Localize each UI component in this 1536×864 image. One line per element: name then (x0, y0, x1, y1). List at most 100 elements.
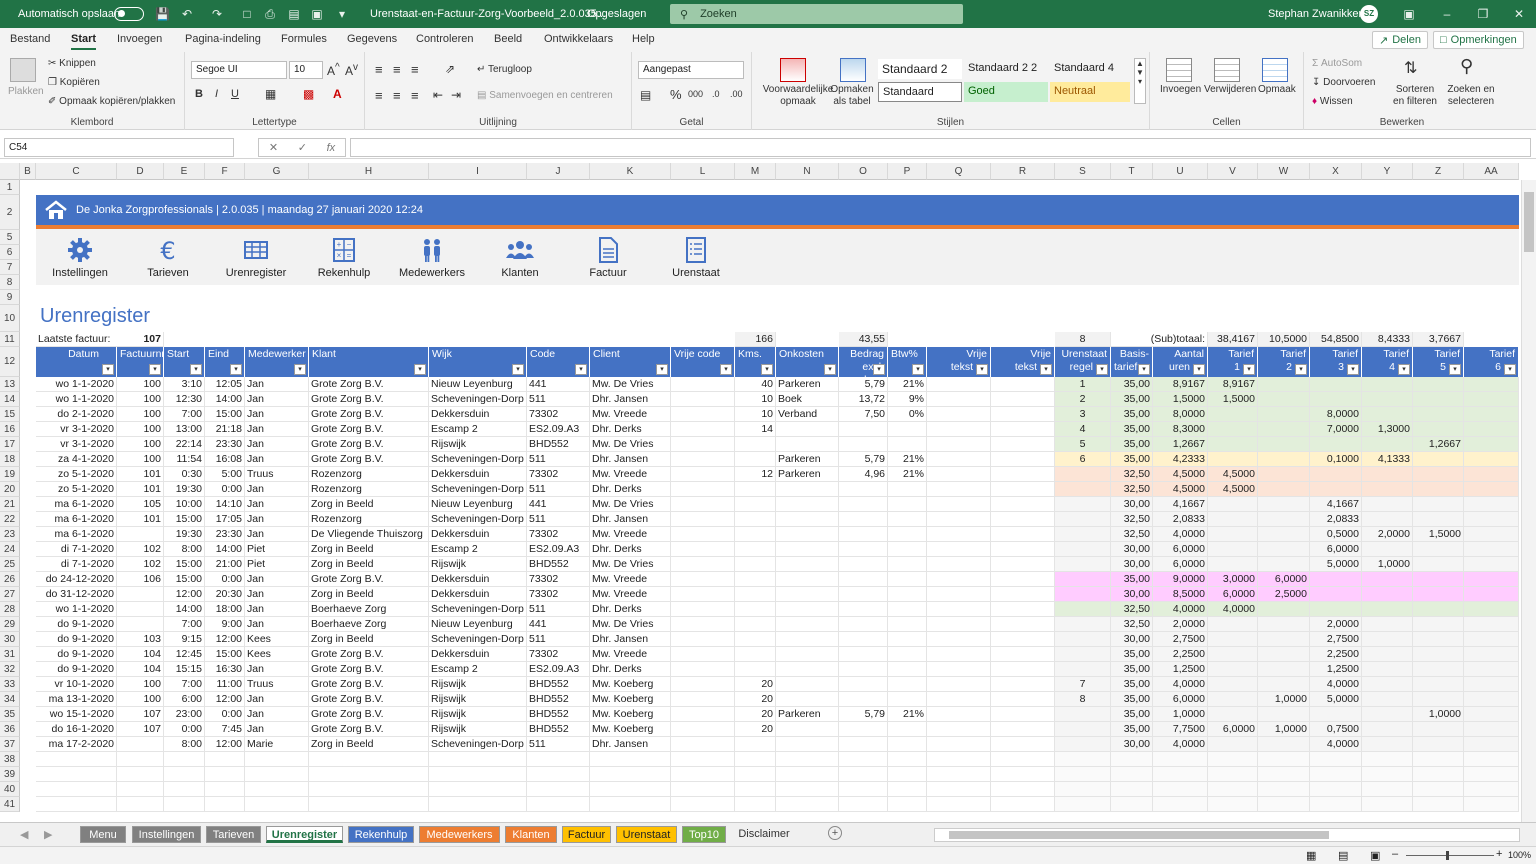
table-cell[interactable]: 15:00 (164, 572, 205, 587)
column-header-cell[interactable]: Urenstaat regel ▾ (1055, 347, 1111, 377)
table-cell[interactable]: do 9-1-2020 (36, 632, 117, 647)
table-cell[interactable] (1413, 632, 1464, 647)
table-cell[interactable]: 107 (117, 707, 164, 722)
filter-dropdown-icon[interactable]: ▾ (1193, 364, 1205, 375)
table-cell[interactable]: Jan (245, 452, 309, 467)
row-header[interactable]: 35 (0, 707, 20, 722)
table-cell[interactable] (1055, 572, 1111, 587)
style-standaard-2[interactable]: Standaard 2 (878, 59, 962, 79)
table-cell[interactable]: 14:00 (205, 542, 245, 557)
table-cell[interactable] (735, 452, 776, 467)
table-cell[interactable]: Jan (245, 572, 309, 587)
table-cell[interactable] (991, 452, 1055, 467)
format-as-table-icon[interactable] (840, 58, 866, 82)
column-header-cell[interactable]: Tarief 3 ▾ (1310, 347, 1362, 377)
table-cell[interactable]: Mw. Koeberg (590, 677, 671, 692)
table-cell[interactable] (839, 617, 888, 632)
table-cell[interactable] (671, 602, 735, 617)
empty-cell[interactable] (1464, 752, 1519, 767)
conditional-format-button[interactable]: Voorwaardelijke opmaak (758, 84, 838, 108)
table-cell[interactable]: 7 (1055, 677, 1111, 692)
empty-cell[interactable] (888, 752, 927, 767)
table-cell[interactable]: Jan (245, 617, 309, 632)
table-cell[interactable]: 32,50 (1111, 527, 1153, 542)
table-cell[interactable]: Parkeren (776, 467, 839, 482)
table-cell[interactable]: 30,00 (1111, 542, 1153, 557)
restore-icon[interactable]: ❐ (1476, 7, 1490, 21)
table-cell[interactable] (671, 572, 735, 587)
table-cell[interactable]: Mw. De Vries (590, 557, 671, 572)
autosave-toggle[interactable] (114, 7, 144, 21)
table-cell[interactable] (1055, 617, 1111, 632)
table-cell[interactable] (1055, 662, 1111, 677)
filter-dropdown-icon[interactable]: ▾ (761, 364, 773, 375)
filter-dropdown-icon[interactable]: ▾ (873, 364, 885, 375)
insert-function-icon[interactable]: fx (327, 142, 336, 154)
table-cell[interactable]: Dekkersduin (429, 572, 527, 587)
table-cell[interactable]: Nieuw Leyenburg (429, 377, 527, 392)
table-cell[interactable]: 5:00 (205, 467, 245, 482)
filter-dropdown-icon[interactable]: ▾ (1138, 364, 1150, 375)
table-cell[interactable] (1258, 497, 1310, 512)
nav-factuur[interactable]: Factuur (568, 237, 648, 279)
table-cell[interactable] (671, 482, 735, 497)
table-cell[interactable]: BHD552 (527, 692, 590, 707)
empty-cell[interactable] (205, 782, 245, 797)
table-cell[interactable]: ma 6-1-2020 (36, 497, 117, 512)
table-cell[interactable]: 15:00 (205, 647, 245, 662)
table-cell[interactable] (888, 677, 927, 692)
table-cell[interactable]: Dhr. Jansen (590, 452, 671, 467)
row-header[interactable]: 10 (0, 305, 20, 332)
table-cell[interactable] (839, 737, 888, 752)
empty-cell[interactable] (927, 767, 991, 782)
table-cell[interactable]: 1,2500 (1310, 662, 1362, 677)
table-cell[interactable] (776, 512, 839, 527)
table-cell[interactable] (991, 602, 1055, 617)
table-cell[interactable] (1208, 422, 1258, 437)
table-cell[interactable]: Scheveningen-Dorp (429, 482, 527, 497)
table-cell[interactable] (735, 602, 776, 617)
table-cell[interactable] (1413, 467, 1464, 482)
empty-cell[interactable] (991, 782, 1055, 797)
table-cell[interactable]: Rijswijk (429, 677, 527, 692)
row-header[interactable]: 19 (0, 467, 20, 482)
row-header[interactable]: 6 (0, 245, 20, 260)
table-cell[interactable]: 2,5000 (1258, 587, 1310, 602)
table-cell[interactable] (1413, 407, 1464, 422)
table-cell[interactable]: Mw. Vreede (590, 527, 671, 542)
table-cell[interactable] (776, 542, 839, 557)
table-cell[interactable]: Grote Zorg B.V. (309, 452, 429, 467)
table-cell[interactable]: do 31-12-2020 (36, 587, 117, 602)
table-cell[interactable] (117, 602, 164, 617)
table-cell[interactable]: 8,5000 (1153, 587, 1208, 602)
table-cell[interactable] (671, 377, 735, 392)
empty-cell[interactable] (927, 752, 991, 767)
table-cell[interactable]: Jan (245, 602, 309, 617)
table-cell[interactable]: Dhr. Derks (590, 482, 671, 497)
column-header[interactable]: B (20, 163, 36, 180)
table-cell[interactable]: Grote Zorg B.V. (309, 677, 429, 692)
open-icon[interactable]: ▤ (287, 7, 301, 21)
table-cell[interactable] (1258, 602, 1310, 617)
table-cell[interactable]: Jan (245, 662, 309, 677)
table-cell[interactable]: Boerhaeve Zorg (309, 617, 429, 632)
table-cell[interactable]: 5,79 (839, 452, 888, 467)
row-header[interactable]: 13 (0, 377, 20, 392)
delete-cells-button[interactable]: Verwijderen (1204, 84, 1256, 95)
row-header[interactable]: 25 (0, 557, 20, 572)
table-cell[interactable] (991, 587, 1055, 602)
empty-cell[interactable] (776, 782, 839, 797)
table-cell[interactable]: 1,0000 (1413, 707, 1464, 722)
table-cell[interactable] (1362, 542, 1413, 557)
table-cell[interactable] (888, 542, 927, 557)
empty-cell[interactable] (1258, 767, 1310, 782)
nav-instellingen[interactable]: Instellingen (40, 237, 120, 279)
sheet-tab-instellingen[interactable]: Instellingen (132, 826, 201, 843)
empty-cell[interactable] (839, 797, 888, 812)
tab-pagina-indeling[interactable]: Pagina-indeling (185, 33, 261, 45)
column-header-cell[interactable]: Klant ▾ (309, 347, 429, 377)
find-select-button[interactable]: Zoeken en selecteren (1444, 84, 1498, 108)
table-cell[interactable]: vr 10-1-2020 (36, 677, 117, 692)
table-cell[interactable]: 7,7500 (1153, 722, 1208, 737)
table-cell[interactable]: 511 (527, 452, 590, 467)
